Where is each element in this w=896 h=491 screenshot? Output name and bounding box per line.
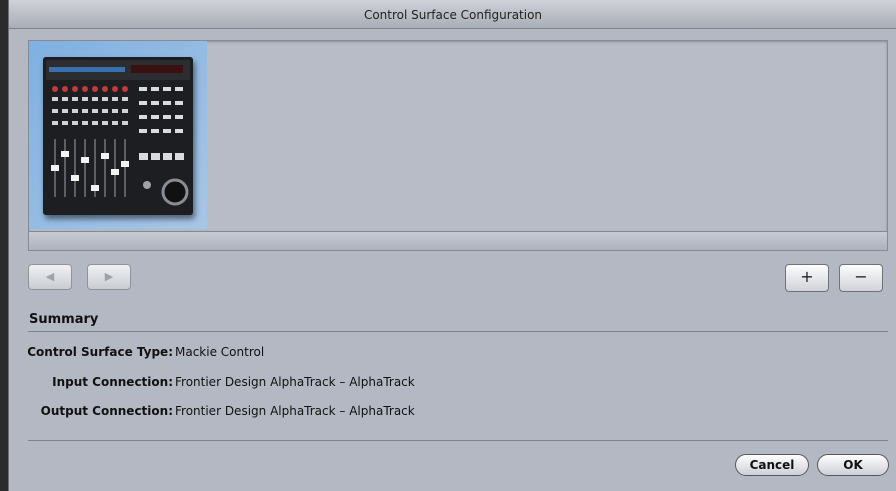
cancel-button[interactable]: Cancel [735, 454, 809, 476]
control-surface-browser[interactable] [28, 40, 888, 232]
window-title: Control Surface Configuration [9, 0, 896, 29]
mackie-control-device-image [43, 57, 193, 215]
add-surface-button[interactable]: + [785, 264, 829, 292]
output-connection-value: Frontier Design AlphaTrack – AlphaTrack [175, 404, 415, 418]
selected-surface-tile[interactable] [29, 41, 207, 229]
summary-divider [28, 331, 888, 332]
footer-divider [28, 440, 888, 441]
previous-button[interactable]: ◀ [28, 264, 72, 290]
control-surface-configuration-window: Control Surface Configuration ◀ ▶ + − Su… [8, 0, 896, 491]
ok-button[interactable]: OK [817, 454, 889, 476]
output-connection-label: Output Connection: [40, 404, 173, 418]
horizontal-scrollbar[interactable] [28, 231, 888, 251]
input-connection-label: Input Connection: [52, 375, 173, 389]
remove-surface-button[interactable]: − [839, 264, 883, 292]
input-connection-value: Frontier Design AlphaTrack – AlphaTrack [175, 375, 415, 389]
next-button[interactable]: ▶ [87, 264, 131, 290]
summary-title: Summary [29, 312, 99, 327]
surface-type-label: Control Surface Type: [27, 345, 173, 359]
surface-type-value: Mackie Control [175, 345, 265, 359]
